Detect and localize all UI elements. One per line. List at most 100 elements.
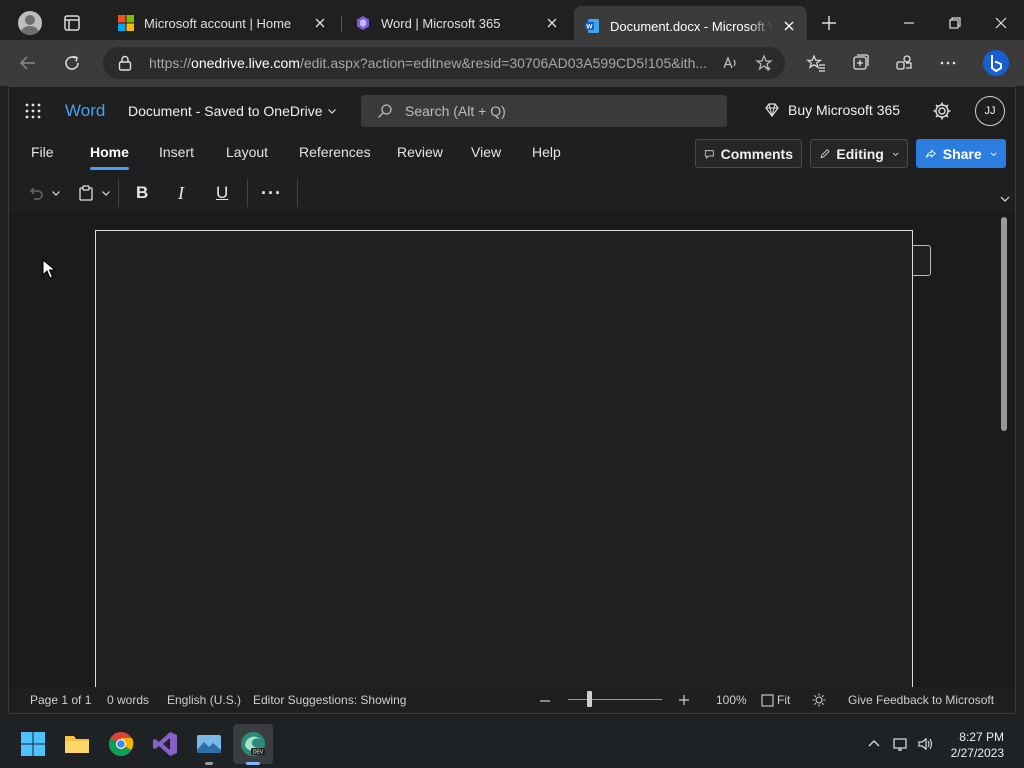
zoom-level[interactable]: 100% (716, 693, 747, 707)
browser-tab-word-m365[interactable]: Word | Microsoft 365 (345, 6, 570, 40)
word-count[interactable]: 0 words (107, 693, 149, 707)
app-launcher-icon[interactable] (25, 103, 41, 119)
svg-text:DEV: DEV (253, 750, 264, 756)
tab-file[interactable]: File (31, 144, 54, 160)
visual-studio-icon[interactable] (151, 730, 179, 758)
clipboard-icon (79, 185, 93, 201)
m365-icon (357, 16, 369, 30)
read-aloud-icon[interactable] (721, 54, 739, 72)
editor-suggestions[interactable]: Editor Suggestions: Showing (253, 693, 406, 707)
browser-toolbar: https://onedrive.live.com/edit.aspx?acti… (0, 40, 1024, 86)
microsoft-logo-icon (118, 15, 134, 31)
brightness-icon[interactable] (812, 693, 826, 707)
clock-date: 2/27/2023 (950, 746, 1004, 760)
chevron-up-icon[interactable] (866, 736, 882, 752)
chevron-down-icon (52, 191, 60, 196)
buy-m365-link[interactable]: Buy Microsoft 365 (764, 102, 900, 118)
windows-taskbar: DEV 8:27 PM 2/27/2023 (0, 720, 1024, 768)
feedback-link[interactable]: Give Feedback to Microsoft (848, 693, 994, 707)
more-options-button[interactable]: ··· (261, 181, 282, 205)
italic-button[interactable]: I (178, 181, 184, 205)
file-explorer-icon[interactable] (63, 730, 91, 758)
toolbar-divider (297, 179, 298, 207)
bold-button[interactable]: B (136, 181, 148, 205)
collections-icon[interactable] (850, 53, 870, 73)
settings-gear-icon[interactable] (932, 101, 952, 121)
close-window-icon[interactable] (992, 14, 1010, 32)
more-menu-icon[interactable] (938, 53, 958, 73)
share-button[interactable]: Share (916, 139, 1006, 168)
page-count[interactable]: Page 1 of 1 (30, 693, 91, 707)
photos-app-icon[interactable] (195, 730, 223, 758)
address-url[interactable]: https://onedrive.live.com/edit.aspx?acti… (149, 55, 715, 71)
user-avatar[interactable]: JJ (975, 96, 1005, 126)
tab-home[interactable]: Home (90, 144, 129, 170)
refresh-icon[interactable] (62, 53, 82, 73)
tab-layout[interactable]: Layout (226, 144, 268, 160)
tab-insert[interactable]: Insert (159, 144, 194, 160)
chrome-icon[interactable] (107, 730, 135, 758)
tab-help[interactable]: Help (532, 144, 561, 160)
tab-view[interactable]: View (471, 144, 501, 160)
browser-tab-microsoft-account[interactable]: Microsoft account | Home (108, 6, 338, 40)
ribbon-toolbar: B I U ··· (9, 175, 1015, 211)
fit-page-icon (761, 694, 774, 707)
document-canvas[interactable] (9, 211, 1015, 700)
minimize-icon[interactable] (900, 14, 918, 32)
close-tab-icon[interactable] (781, 18, 797, 34)
app-header: Word Document - Saved to OneDrive Search… (9, 87, 1015, 135)
restore-icon[interactable] (946, 14, 964, 32)
app-name[interactable]: Word (65, 101, 105, 121)
diamond-icon (765, 103, 779, 117)
lock-icon (118, 55, 132, 71)
favorites-icon[interactable] (806, 53, 826, 73)
document-page[interactable] (95, 230, 913, 700)
zoom-in-icon[interactable] (678, 694, 690, 706)
volume-icon[interactable] (917, 736, 933, 752)
search-box[interactable]: Search (Alt + Q) (361, 95, 727, 127)
zoom-out-icon[interactable] (539, 695, 551, 707)
paste-button[interactable] (77, 181, 111, 205)
zoom-slider-thumb[interactable] (587, 691, 592, 707)
extensions-icon[interactable] (894, 53, 914, 73)
chevron-down-icon (892, 152, 899, 156)
underline-button[interactable]: U (216, 181, 228, 205)
system-clock[interactable]: 8:27 PM 2/27/2023 (948, 729, 1004, 761)
back-arrow-icon[interactable] (18, 53, 38, 73)
new-tab-icon[interactable] (820, 14, 838, 32)
vertical-scrollbar[interactable] (1001, 217, 1007, 431)
comments-button[interactable]: Comments (695, 139, 802, 168)
pencil-icon (820, 148, 830, 158)
tab-actions-icon[interactable] (62, 13, 82, 33)
undo-button[interactable] (27, 181, 61, 205)
editing-mode-button[interactable]: Editing (810, 139, 908, 168)
network-icon[interactable] (892, 736, 908, 752)
tab-divider (341, 16, 342, 32)
page-side-tab[interactable] (913, 245, 931, 276)
active-indicator (246, 762, 260, 765)
add-favorite-icon[interactable] (755, 54, 773, 72)
status-bar: Page 1 of 1 0 words English (U.S.) Edito… (9, 687, 1015, 713)
fit-button[interactable]: Fit (777, 693, 790, 707)
chevron-down-icon (327, 109, 336, 114)
toolbar-divider (118, 179, 119, 207)
tab-review[interactable]: Review (397, 144, 443, 160)
collapse-ribbon-icon[interactable] (999, 193, 1011, 205)
close-tab-icon[interactable] (544, 15, 560, 31)
windows-start-icon[interactable] (19, 730, 47, 758)
address-bar[interactable]: https://onedrive.live.com/edit.aspx?acti… (103, 47, 785, 79)
edge-dev-active-app[interactable]: DEV (233, 724, 273, 764)
tab-references[interactable]: References (299, 144, 371, 160)
running-indicator (205, 762, 213, 765)
profile-avatar-icon[interactable] (18, 11, 42, 35)
zoom-slider-track[interactable] (568, 699, 662, 700)
document-title-text: Document - Saved to OneDrive (128, 103, 323, 119)
bing-icon[interactable] (982, 49, 1010, 77)
buy-m365-label: Buy Microsoft 365 (788, 102, 901, 118)
mouse-cursor-icon (42, 259, 56, 279)
toolbar-divider (247, 179, 248, 207)
tab-title: Document.docx - Microsoft Word (610, 18, 773, 34)
close-tab-icon[interactable] (312, 15, 328, 31)
document-title[interactable]: Document - Saved to OneDrive (128, 103, 337, 119)
language-indicator[interactable]: English (U.S.) (167, 693, 241, 707)
